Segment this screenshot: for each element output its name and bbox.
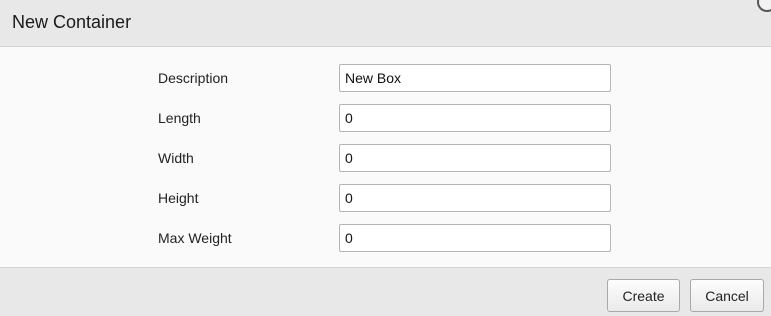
length-input[interactable]: [339, 104, 611, 132]
width-input[interactable]: [339, 144, 611, 172]
max-weight-label: Max Weight: [158, 230, 232, 246]
description-label: Description: [158, 70, 229, 86]
max-weight-input[interactable]: [339, 224, 611, 252]
close-icon[interactable]: [757, 0, 771, 12]
height-input[interactable]: [339, 184, 611, 212]
length-label: Length: [158, 110, 201, 126]
height-label: Height: [158, 190, 199, 206]
create-button[interactable]: Create: [607, 279, 680, 312]
form-row-width: Width: [0, 144, 771, 172]
form-row-max-weight: Max Weight: [0, 224, 771, 252]
cancel-button[interactable]: Cancel: [690, 279, 764, 312]
dialog-body: Description Length Width Height Max Weig…: [0, 47, 771, 267]
description-input[interactable]: [339, 64, 611, 92]
new-container-dialog: New Container Description Length Width H…: [0, 0, 771, 316]
dialog-titlebar: New Container: [0, 0, 771, 47]
width-label: Width: [158, 150, 194, 166]
dialog-title: New Container: [12, 12, 132, 32]
dialog-footer: Create Cancel: [0, 267, 771, 316]
form-row-height: Height: [0, 184, 771, 212]
form-row-description: Description: [0, 64, 771, 92]
form-row-length: Length: [0, 104, 771, 132]
